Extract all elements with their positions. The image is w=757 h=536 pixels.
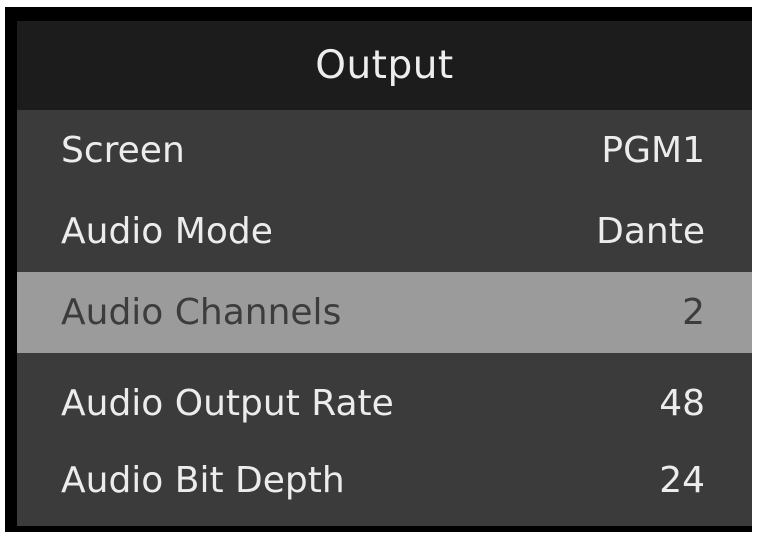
menu-item-label: Audio Output Rate xyxy=(61,383,394,424)
menu-item-label: Audio Bit Depth xyxy=(61,460,345,501)
menu-item-audio-mode[interactable]: Audio Mode Dante xyxy=(17,191,752,272)
menu-item-audio-channels[interactable]: Audio Channels 2 xyxy=(17,272,752,353)
menu-title: Output xyxy=(17,21,752,110)
output-menu-panel: Output Screen PGM1 Audio Mode Dante Audi… xyxy=(17,21,752,526)
menu-item-label: Audio Mode xyxy=(61,211,273,252)
menu-item-value: PGM1 xyxy=(601,130,705,171)
menu-item-value: 24 xyxy=(659,460,705,501)
menu-item-value: 48 xyxy=(659,383,705,424)
menu-item-screen[interactable]: Screen PGM1 xyxy=(17,110,752,191)
menu-item-audio-output-rate[interactable]: Audio Output Rate 48 xyxy=(17,363,752,444)
menu-item-value: Dante xyxy=(596,211,705,252)
menu-item-label: Audio Channels xyxy=(61,292,342,333)
menu-item-audio-bit-depth[interactable]: Audio Bit Depth 24 xyxy=(17,440,752,521)
menu-item-value: 2 xyxy=(682,292,705,333)
menu-item-label: Screen xyxy=(61,130,185,171)
